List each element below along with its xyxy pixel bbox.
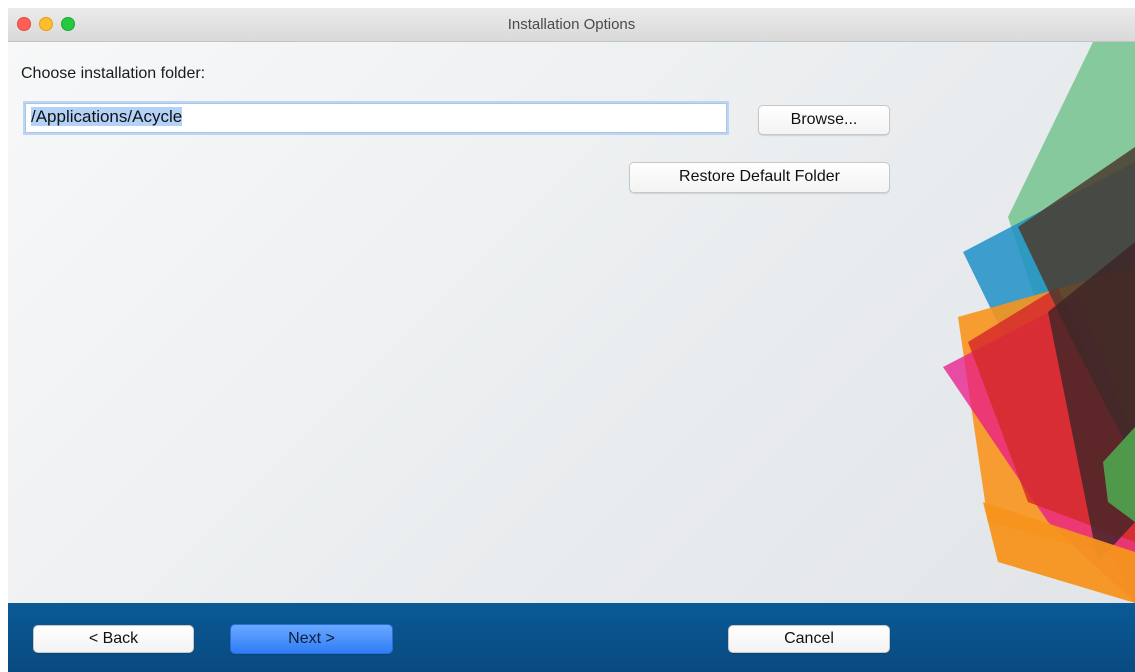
- cancel-button[interactable]: Cancel: [728, 625, 890, 653]
- next-button[interactable]: Next >: [230, 624, 393, 654]
- navigation-footer: < Back Next > Cancel: [8, 603, 1135, 672]
- main-panel: Choose installation folder: /Application…: [8, 42, 1135, 603]
- window-title: Installation Options: [507, 16, 636, 33]
- browse-button[interactable]: Browse...: [758, 105, 890, 135]
- install-folder-label: Choose installation folder:: [21, 65, 206, 82]
- title-bar[interactable]: Installation Options: [8, 8, 1135, 42]
- restore-default-folder-button[interactable]: Restore Default Folder: [629, 162, 890, 193]
- installer-window: Installation Options Choose installation…: [8, 8, 1135, 672]
- install-path-input[interactable]: /Applications/Acycle: [25, 103, 727, 133]
- install-path-value: /Applications/Acycle: [31, 107, 183, 126]
- back-button[interactable]: < Back: [33, 625, 194, 653]
